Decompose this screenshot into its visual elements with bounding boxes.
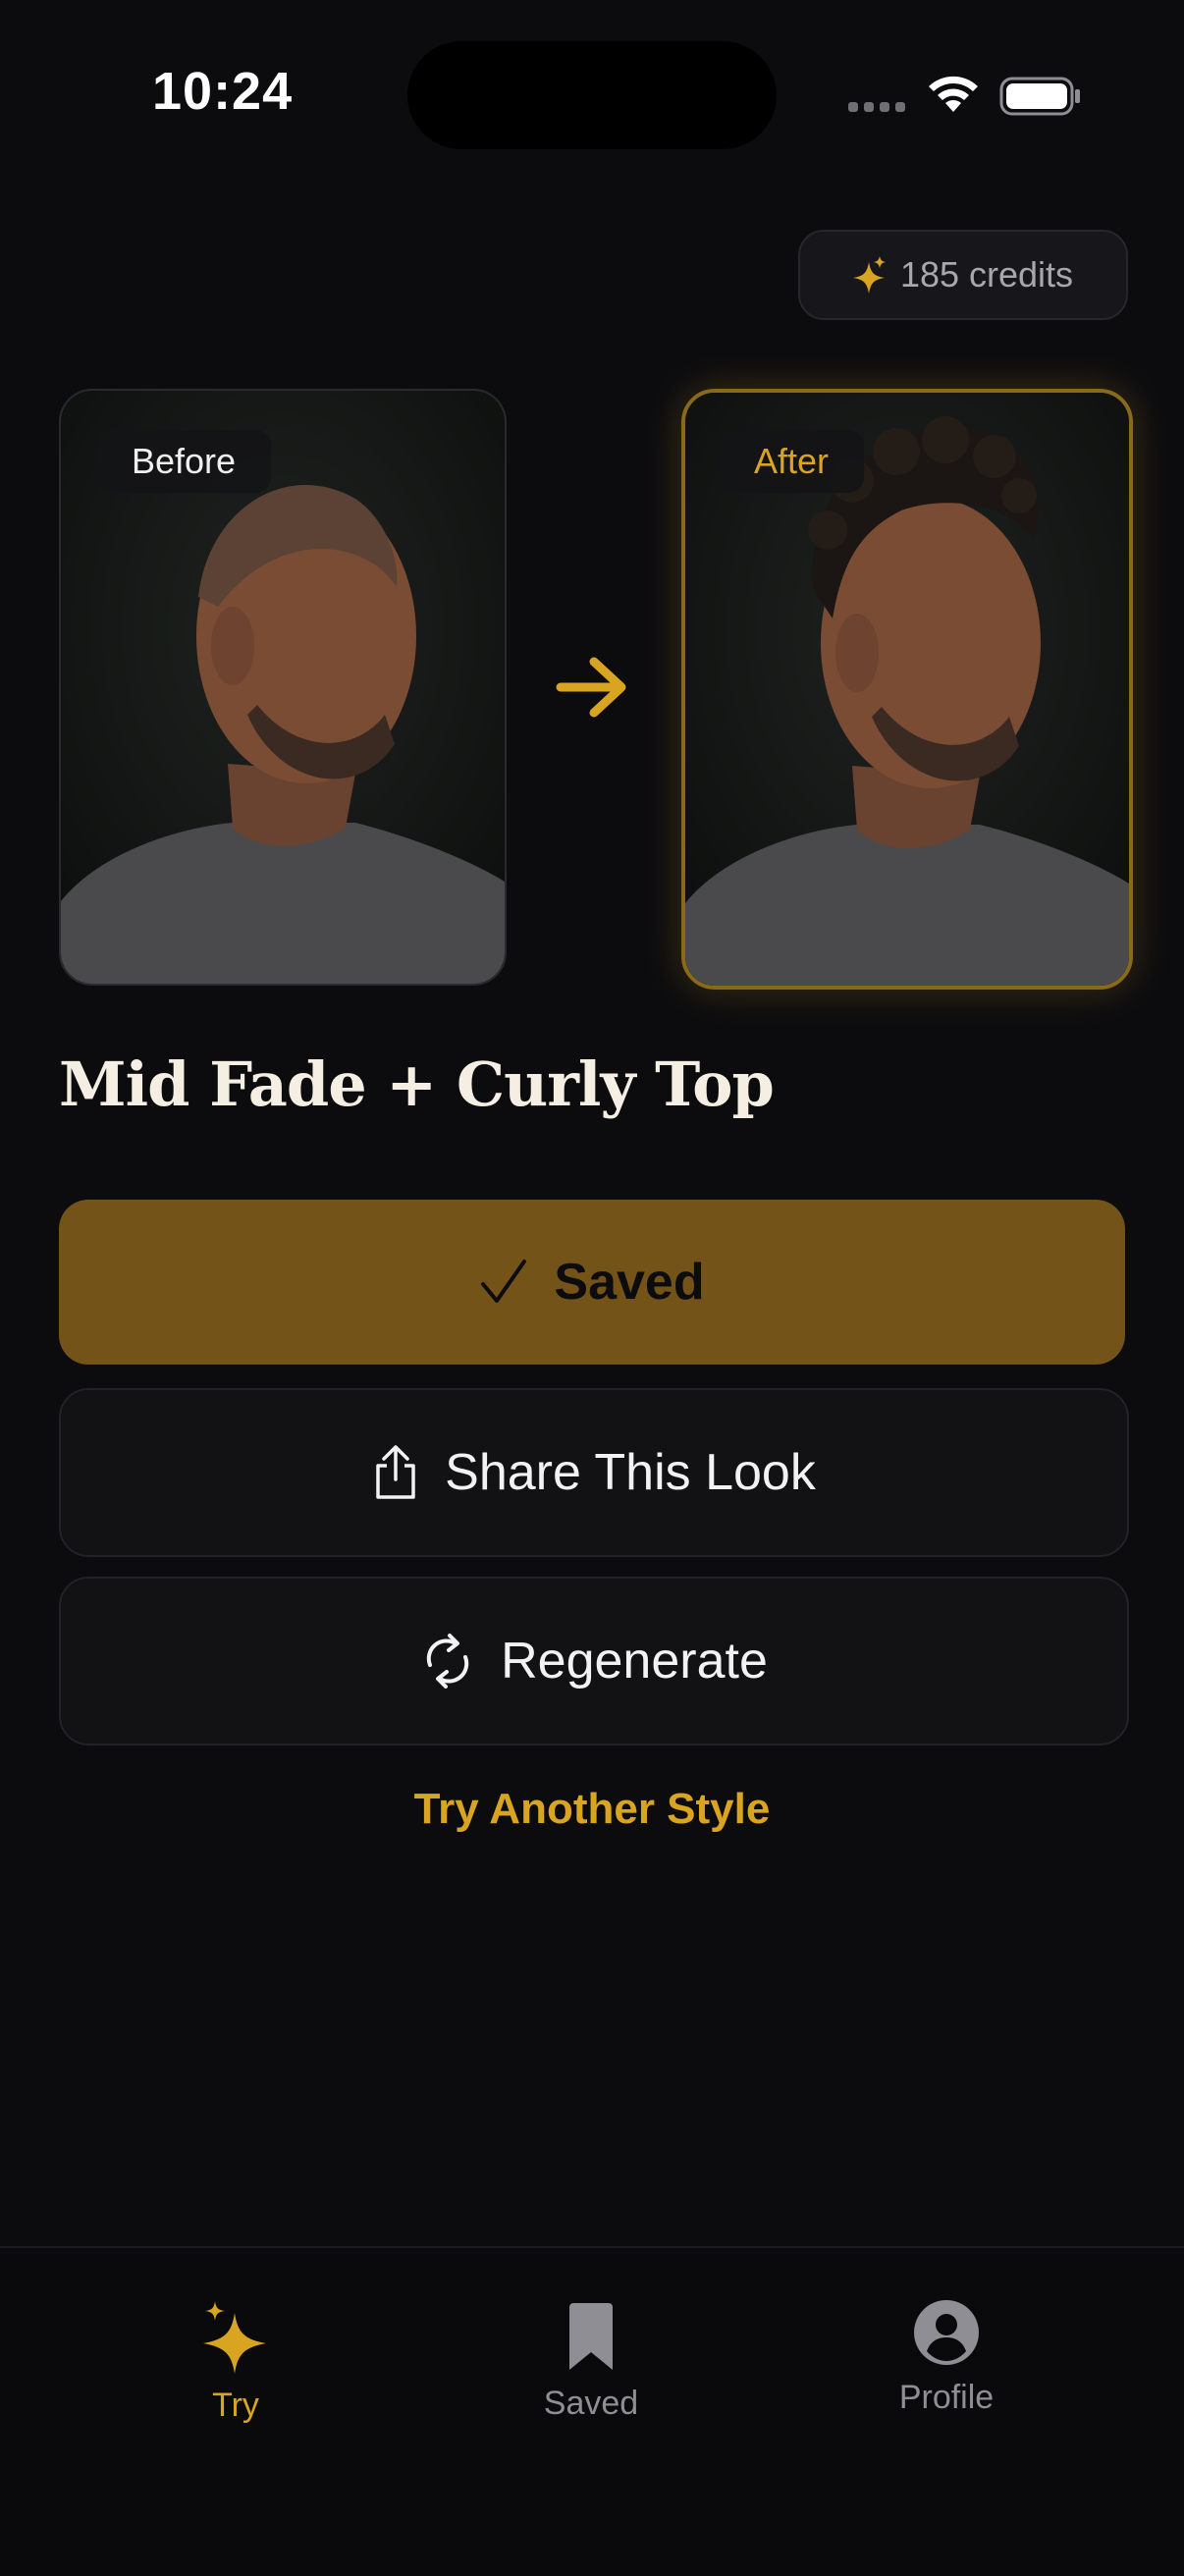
regenerate-button-label: Regenerate bbox=[501, 1633, 768, 1690]
share-icon bbox=[376, 1445, 415, 1499]
after-tag: After bbox=[719, 430, 865, 493]
after-photo[interactable]: After bbox=[681, 389, 1133, 990]
saved-button-label: Saved bbox=[554, 1254, 705, 1311]
tab-profile[interactable]: Profile bbox=[829, 2299, 1064, 2417]
tab-saved-label: Saved bbox=[543, 2385, 639, 2422]
dynamic-island bbox=[407, 41, 777, 149]
before-photo[interactable]: Before bbox=[59, 389, 507, 986]
battery-icon bbox=[999, 77, 1080, 116]
wifi-icon bbox=[929, 76, 978, 112]
sparkles-icon bbox=[203, 2301, 266, 2374]
try-another-style-link[interactable]: Try Another Style bbox=[0, 1785, 1184, 1834]
share-button[interactable]: Share This Look bbox=[59, 1388, 1129, 1557]
cellular-signal-icon bbox=[848, 102, 905, 112]
tab-bar: Try Saved Profile bbox=[0, 2246, 1184, 2576]
refresh-icon bbox=[426, 1634, 469, 1689]
bookmark-icon bbox=[569, 2303, 613, 2370]
credits-badge[interactable]: 185 credits bbox=[798, 230, 1128, 320]
tab-try[interactable]: Try bbox=[118, 2299, 353, 2425]
before-tag: Before bbox=[96, 430, 272, 493]
tab-profile-label: Profile bbox=[898, 2379, 995, 2416]
share-button-label: Share This Look bbox=[445, 1444, 816, 1501]
sparkle-icon bbox=[852, 256, 886, 294]
arrow-right-icon bbox=[556, 657, 626, 718]
credits-label: 185 credits bbox=[899, 254, 1074, 295]
regenerate-button[interactable]: Regenerate bbox=[59, 1577, 1129, 1745]
style-title: Mid Fade + Curly Top bbox=[59, 1048, 775, 1120]
checkmark-icon bbox=[481, 1260, 527, 1303]
saved-button[interactable]: Saved bbox=[59, 1200, 1125, 1365]
tab-try-label: Try bbox=[212, 2387, 259, 2424]
person-circle-icon bbox=[914, 2300, 979, 2365]
status-time: 10:24 bbox=[152, 62, 294, 121]
tab-saved[interactable]: Saved bbox=[473, 2299, 709, 2423]
